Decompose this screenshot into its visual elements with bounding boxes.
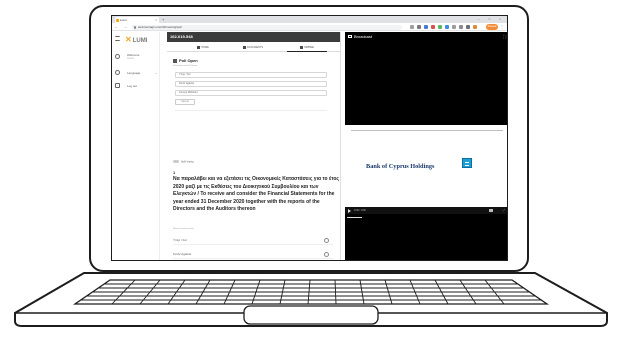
video-progress-bar[interactable] xyxy=(347,217,362,218)
chevron-down-icon[interactable]: ⌄ xyxy=(155,71,158,75)
broadcast-title: Broadcast xyxy=(354,34,373,39)
resolution-number: 1 xyxy=(173,170,176,175)
broadcast-header: Broadcast xyxy=(345,32,507,42)
vote-option-against[interactable]: Κατά/ Against xyxy=(175,81,327,87)
lumi-app: ✕LUMI Welcome Guest Language ⌄ Log out 1… xyxy=(112,32,507,260)
laptop-screen: Lumi × + – □ × ← → ⟳ web.lumiagm.com/#/m… xyxy=(111,15,508,261)
url-text: web.lumiagm.com/#/meeting/poll xyxy=(138,24,182,29)
toggle-switch-icon xyxy=(173,160,179,163)
volume-icon[interactable] xyxy=(489,209,493,212)
logout-icon[interactable] xyxy=(115,83,120,88)
sidebar-item-welcome[interactable]: Welcome Guest xyxy=(127,53,139,61)
presentation-slide: Bank of Cyprus Holdings xyxy=(345,125,507,207)
poll-note: Vote below on the 20 items xyxy=(173,65,198,67)
radio-icon[interactable] xyxy=(324,237,329,243)
extension-icon[interactable] xyxy=(438,25,442,29)
url-field[interactable]: web.lumiagm.com/#/meeting/poll xyxy=(132,24,402,30)
app-sidebar: ✕LUMI Welcome Guest Language ⌄ Log out xyxy=(112,32,160,260)
new-tab-button[interactable]: + xyxy=(162,16,164,23)
expand-icon[interactable]: ⛶ xyxy=(503,32,506,42)
play-icon[interactable] xyxy=(348,208,351,213)
poll-icon xyxy=(173,58,177,63)
meeting-tabs: HOME DOCUMENTS VOTING xyxy=(167,43,340,52)
choice-against[interactable]: Κατά/ Against xyxy=(173,249,333,259)
slide-company-name: Bank of Cyprus Holdings xyxy=(366,163,435,170)
select-choice-label: Select a choice to send xyxy=(173,228,194,230)
sidebar-item-label: Language xyxy=(127,71,141,75)
split-voting-toggle[interactable]: Split Voting xyxy=(173,160,194,164)
sidebar-item-label: Log out xyxy=(127,84,138,88)
meeting-id: 162-619-548 xyxy=(167,32,340,42)
bank-logo-icon xyxy=(462,158,472,168)
divider xyxy=(175,110,327,111)
fullscreen-icon[interactable]: ⤢ xyxy=(503,207,505,214)
video-time: 0:00 / 0:00 xyxy=(354,209,366,212)
profile-button[interactable]: Paused xyxy=(486,24,498,30)
vote-option-for[interactable]: Υπέρ / For xyxy=(175,72,327,78)
browser-tab-bar: Lumi × + – □ × xyxy=(112,16,507,23)
sidebar-icon-strip xyxy=(112,32,122,260)
sidebar-item-language[interactable]: Language xyxy=(127,71,140,75)
sidebar-item-logout[interactable]: Log out xyxy=(127,84,137,88)
lumi-favicon-icon xyxy=(116,18,119,22)
radio-icon[interactable] xyxy=(324,251,329,257)
choice-label: Κατά/ Against xyxy=(173,252,192,256)
poll-title: Poll Open xyxy=(173,58,198,63)
browser-menu-icon[interactable]: ⋮ xyxy=(500,23,504,31)
broadcast-icon xyxy=(348,35,352,39)
browser-address-bar: ← → ⟳ web.lumiagm.com/#/meeting/poll Pau… xyxy=(112,23,507,31)
vote-option-withheld[interactable]: Αποχή/ Withheld xyxy=(175,90,327,96)
broadcast-panel: Broadcast ⛶ Bank of Cyprus Holdings 0:00… xyxy=(345,32,507,260)
extension-icon[interactable] xyxy=(445,25,449,29)
ballot-icon xyxy=(300,45,304,49)
slide-divider xyxy=(351,130,503,131)
document-icon xyxy=(242,45,246,49)
extension-icon[interactable] xyxy=(417,25,421,29)
extension-icon[interactable] xyxy=(459,25,463,29)
tab-documents[interactable]: DOCUMENTS xyxy=(233,43,273,52)
tab-title: Lumi xyxy=(120,18,127,22)
hamburger-menu-icon[interactable] xyxy=(115,36,120,41)
extension-icon[interactable] xyxy=(424,25,428,29)
choice-for[interactable]: Υπέρ / For xyxy=(173,235,333,245)
video-controls: 0:00 / 0:00 ⤢ xyxy=(345,207,507,214)
resolution-text: Να παραλάβει και να εξετάσει τις Οικονομ… xyxy=(173,176,339,213)
extension-icon[interactable] xyxy=(473,25,477,29)
user-icon[interactable] xyxy=(115,54,120,59)
window-controls[interactable]: – □ × xyxy=(478,16,505,23)
home-icon xyxy=(197,45,201,49)
sidebar-item-sublabel: Guest xyxy=(127,57,134,60)
cancel-button[interactable]: Cancel xyxy=(175,99,195,105)
lock-icon xyxy=(134,25,136,29)
tab-voting[interactable]: VOTING xyxy=(287,43,327,52)
extension-icon[interactable] xyxy=(410,25,414,29)
lumi-logo: ✕LUMI xyxy=(125,35,148,44)
extension-icon[interactable] xyxy=(431,25,435,29)
extension-icon[interactable] xyxy=(466,25,470,29)
globe-icon[interactable] xyxy=(115,70,120,75)
tab-home[interactable]: HOME xyxy=(183,43,223,52)
meeting-panel: 162-619-548 HOME DOCUMENTS VOTING Poll O… xyxy=(167,32,341,260)
extension-icon[interactable] xyxy=(452,25,456,29)
choice-label: Υπέρ / For xyxy=(173,238,188,242)
